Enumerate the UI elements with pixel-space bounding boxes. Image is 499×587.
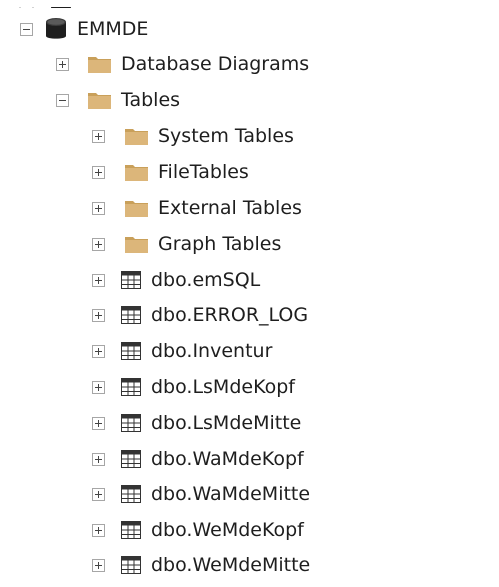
object-explorer-tree: EMMDE Database Diagrams Tables System Ta…	[0, 0, 499, 587]
tree-node-label: dbo.LsMdeMitte	[151, 412, 302, 434]
tree-node-label: dbo.emSQL	[151, 269, 261, 291]
tree-node-table-lsmdemitte[interactable]: dbo.LsMdeMitte	[92, 405, 301, 441]
tree-node-label: dbo.WaMdeKopf	[151, 448, 304, 470]
tree-node-database-diagrams[interactable]: Database Diagrams	[56, 46, 309, 82]
expand-toggle-icon[interactable]	[92, 344, 105, 358]
folder-icon	[125, 163, 148, 181]
tree-node-label: External Tables	[158, 197, 302, 219]
tree-node-table-lsmdekopf[interactable]: dbo.LsMdeKopf	[92, 369, 295, 405]
tree-node-label: dbo.WaMdeMitte	[151, 483, 311, 505]
tree-node-label: dbo.ERROR_LOG	[151, 304, 309, 326]
expand-toggle-icon[interactable]	[92, 416, 105, 430]
tree-node-tables[interactable]: Tables	[56, 82, 180, 118]
tree-node-table-inventur[interactable]: dbo.Inventur	[92, 333, 272, 369]
expand-toggle-icon[interactable]	[92, 452, 105, 466]
folder-icon	[88, 55, 111, 73]
table-icon	[121, 378, 141, 396]
tree-node-label: System Tables	[158, 125, 294, 147]
expand-toggle-icon[interactable]	[92, 380, 105, 394]
tree-node-label: Graph Tables	[158, 233, 282, 255]
collapse-toggle-icon[interactable]	[56, 93, 69, 107]
tree-node-label: dbo.WeMdeMitte	[151, 554, 311, 576]
table-icon	[121, 450, 141, 468]
expand-toggle-icon[interactable]	[92, 129, 105, 143]
expand-toggle-icon[interactable]	[92, 165, 105, 179]
tree-node-label: dbo.WeMdeKopf	[151, 519, 304, 541]
table-icon	[121, 556, 141, 574]
expand-toggle-icon[interactable]	[92, 487, 105, 501]
table-icon	[121, 306, 141, 324]
tree-node-table-wemdemitte[interactable]: dbo.WeMdeMitte	[92, 547, 310, 583]
tree-node-label: Tables	[121, 89, 181, 111]
expand-toggle-icon[interactable]	[92, 201, 105, 215]
expand-toggle-icon[interactable]	[92, 523, 105, 537]
tree-node-table-error-log[interactable]: dbo.ERROR_LOG	[92, 297, 308, 333]
tree-node-table-wemdekopf[interactable]: dbo.WeMdeKopf	[92, 512, 304, 548]
tree-node-label: dbo.LsMdeKopf	[151, 376, 295, 398]
folder-icon	[125, 127, 148, 145]
tree-node-table-emsql[interactable]: dbo.emSQL	[92, 262, 260, 298]
tree-node-label: dbo.Inventur	[151, 340, 273, 362]
expand-toggle-icon[interactable]	[92, 237, 105, 251]
tree-node-label: EMMDE	[77, 18, 149, 40]
folder-icon	[125, 199, 148, 217]
tree-node-table-wamdekopf[interactable]: dbo.WaMdeKopf	[92, 441, 304, 477]
folder-icon	[88, 91, 111, 109]
database-icon	[45, 17, 67, 41]
expand-toggle-icon[interactable]	[92, 308, 105, 322]
tree-node-system-tables[interactable]: System Tables	[92, 118, 294, 154]
expand-toggle-icon[interactable]	[92, 273, 105, 287]
tree-node-table-wamdemitte[interactable]: dbo.WaMdeMitte	[92, 476, 310, 512]
tree-node-filetables[interactable]: FileTables	[92, 154, 249, 190]
tree-node-label: FileTables	[158, 161, 249, 183]
table-icon	[121, 342, 141, 360]
table-icon	[121, 414, 141, 432]
table-icon	[121, 485, 141, 503]
expand-toggle-icon[interactable]	[92, 558, 105, 572]
tree-node-graph-tables[interactable]: Graph Tables	[92, 226, 281, 262]
folder-icon	[125, 235, 148, 253]
tree-node-database[interactable]: EMMDE	[20, 11, 148, 47]
table-icon	[121, 271, 141, 289]
tree-node-label: Database Diagrams	[121, 53, 310, 75]
expand-toggle-icon[interactable]	[56, 57, 69, 71]
partial-node-above	[0, 0, 499, 8]
table-icon	[121, 521, 141, 539]
collapse-toggle-icon[interactable]	[20, 22, 33, 36]
partial-node-icon	[19, 0, 71, 8]
tree-node-external-tables[interactable]: External Tables	[92, 190, 302, 226]
